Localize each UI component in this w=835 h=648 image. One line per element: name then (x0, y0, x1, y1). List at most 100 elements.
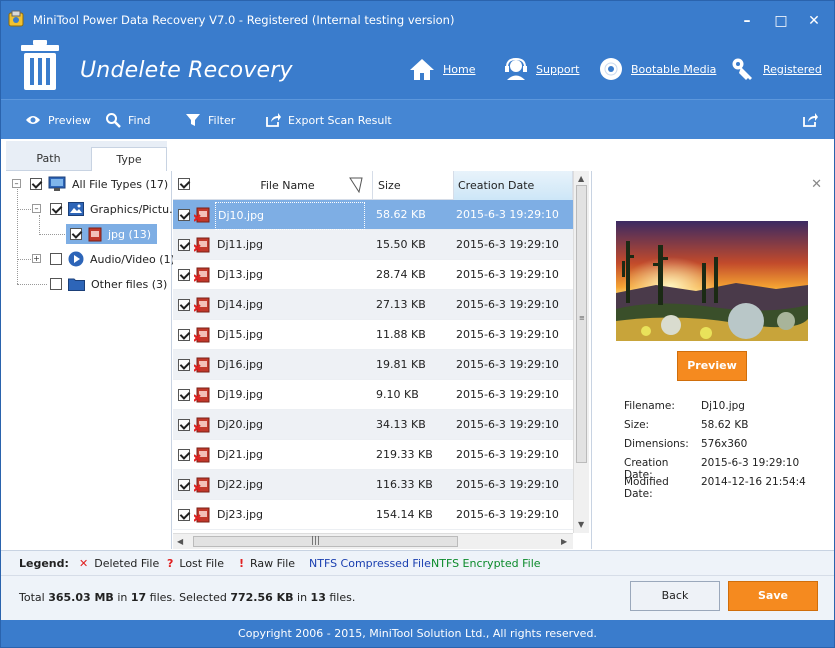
column-file-name[interactable]: File Name (173, 171, 373, 200)
file-size-cell: 15.50 KB (376, 238, 426, 251)
save-button[interactable]: Save (728, 581, 818, 611)
computer-icon (48, 176, 66, 191)
tree-item-audio-video[interactable]: Audio/Video (1) (50, 249, 175, 269)
back-button[interactable]: Back (630, 581, 720, 611)
audio-video-label: Audio/Video (1) (90, 252, 175, 266)
row-checkbox[interactable] (178, 239, 190, 251)
legend-raw: ! Raw File (239, 557, 295, 570)
bootable-media-link[interactable]: Bootable Media (599, 55, 716, 83)
jpg-checkbox[interactable] (70, 228, 82, 240)
graphics-checkbox[interactable] (50, 203, 62, 215)
file-size-cell: 28.74 KB (376, 268, 426, 281)
table-row[interactable]: Dj22.jpg 116.33 KB 2015-6-3 19:29:10 (173, 470, 573, 500)
tab-path[interactable]: Path (6, 147, 91, 172)
legend-label: Legend: (19, 556, 69, 570)
row-checkbox[interactable] (178, 359, 190, 371)
table-row[interactable]: Dj10.jpg 58.62 KB 2015-6-3 19:29:10 (173, 200, 573, 230)
scroll-up-icon[interactable]: ▲ (578, 174, 584, 183)
tree-item-other-files[interactable]: Other files (3) (50, 274, 167, 294)
selected-size: 772.56 KB (230, 591, 294, 604)
row-checkbox[interactable] (178, 299, 190, 311)
find-label: Find (128, 113, 151, 127)
file-type-tree: – All File Types (17) – Graphics/Pictu..… (6, 171, 180, 549)
table-row[interactable]: Dj16.jpg 19.81 KB 2015-6-3 19:29:10 (173, 350, 573, 380)
table-row[interactable]: Dj21.jpg 219.33 KB 2015-6-3 19:29:10 (173, 440, 573, 470)
export-scan-result-button[interactable]: Export Scan Result (265, 100, 392, 140)
raw-mark-icon: ! (239, 556, 245, 570)
export-icon (266, 113, 281, 127)
app-window: MiniTool Power Data Recovery V7.0 - Regi… (0, 0, 835, 648)
tab-type[interactable]: Type (91, 147, 167, 172)
column-creation-date[interactable]: Creation Date (454, 171, 573, 200)
row-checkbox[interactable] (178, 449, 190, 461)
vertical-scroll-thumb[interactable] (576, 185, 587, 463)
tree-item-all-file-types[interactable]: All File Types (17) (30, 174, 168, 194)
tree-item-graphics[interactable]: Graphics/Pictu... (50, 199, 180, 219)
audio-video-checkbox[interactable] (50, 253, 62, 265)
table-row[interactable]: Dj15.jpg 11.88 KB 2015-6-3 19:29:10 (173, 320, 573, 350)
share-icon[interactable] (802, 112, 818, 128)
row-checkbox[interactable] (178, 389, 190, 401)
row-checkbox[interactable] (178, 269, 190, 281)
toolbar: Preview Find Filter Export Scan Result (1, 99, 834, 139)
filter-icon (186, 114, 200, 126)
file-info-value: 2014-12-16 21:54:4 (701, 476, 806, 488)
scroll-grip-icon: ≡ (579, 314, 585, 322)
in-text: in (117, 591, 128, 604)
close-button[interactable]: ✕ (804, 11, 824, 31)
find-button[interactable]: Find (105, 100, 151, 140)
table-row[interactable]: Dj23.jpg 154.14 KB 2015-6-3 19:29:10 (173, 500, 573, 530)
registered-link[interactable]: Registered (731, 55, 822, 83)
file-name-cell: Dj11.jpg (217, 238, 264, 251)
collapse-all-toggle[interactable]: – (12, 179, 21, 188)
row-checkbox[interactable] (178, 329, 190, 341)
row-checkbox[interactable] (178, 419, 190, 431)
minimize-button[interactable]: – (737, 11, 757, 31)
file-info-value: 576x360 (701, 438, 748, 450)
other-files-checkbox[interactable] (50, 278, 62, 290)
folder-icon (68, 278, 85, 291)
bootable-media-link-label: Bootable Media (631, 62, 717, 76)
row-checkbox[interactable] (178, 479, 190, 491)
all-file-types-checkbox[interactable] (30, 178, 42, 190)
table-row[interactable]: Dj19.jpg 9.10 KB 2015-6-3 19:29:10 (173, 380, 573, 410)
scroll-left-icon[interactable]: ◀ (177, 537, 183, 546)
preview-button[interactable]: Preview (677, 351, 747, 381)
preview-tool-button[interactable]: Preview (25, 100, 91, 140)
horizontal-scroll-thumb[interactable] (193, 536, 458, 547)
table-row[interactable]: Dj20.jpg 34.13 KB 2015-6-3 19:29:10 (173, 410, 573, 440)
total-size: 365.03 MB (48, 591, 114, 604)
table-row[interactable]: Dj13.jpg 28.74 KB 2015-6-3 19:29:10 (173, 260, 573, 290)
tree-item-jpg[interactable]: jpg (13) (66, 224, 158, 244)
home-icon (410, 59, 434, 80)
horizontal-scrollbar[interactable]: ◀ ||| ▶ (173, 533, 573, 549)
creation-date-cell: 2015-6-3 19:29:10 (456, 298, 559, 311)
filter-label: Filter (208, 113, 236, 127)
row-checkbox[interactable] (178, 509, 190, 521)
filter-button[interactable]: Filter (185, 100, 235, 140)
row-checkbox[interactable] (178, 209, 190, 221)
deleted-jpg-file-icon (194, 477, 210, 493)
table-row[interactable]: Dj14.jpg 27.13 KB 2015-6-3 19:29:10 (173, 290, 573, 320)
file-name-cell: Dj13.jpg (217, 268, 264, 281)
window-title: MiniTool Power Data Recovery V7.0 - Regi… (33, 13, 455, 27)
column-size[interactable]: Size (373, 171, 454, 200)
vertical-scrollbar[interactable]: ▲ ≡ ▼ (573, 171, 589, 533)
close-preview-icon[interactable]: ✕ (811, 177, 822, 192)
home-link[interactable]: Home (409, 55, 475, 83)
file-name-cell: Dj16.jpg (217, 358, 264, 371)
maximize-button[interactable]: □ (771, 11, 791, 31)
expand-audio-toggle[interactable]: + (32, 254, 41, 263)
sort-indicator-icon (349, 177, 363, 193)
scroll-right-icon[interactable]: ▶ (561, 537, 567, 546)
support-link[interactable]: Support (504, 55, 579, 83)
table-row[interactable]: Dj11.jpg 15.50 KB 2015-6-3 19:29:10 (173, 230, 573, 260)
file-name-cell: Dj19.jpg (217, 388, 264, 401)
creation-date-cell: 2015-6-3 19:29:10 (456, 388, 559, 401)
scroll-down-icon[interactable]: ▼ (578, 520, 584, 529)
creation-date-cell: 2015-6-3 19:29:10 (456, 358, 559, 371)
files-text: files. (329, 591, 356, 604)
total-prefix: Total (19, 591, 45, 604)
deleted-jpg-file-icon (194, 237, 210, 253)
collapse-graphics-toggle[interactable]: – (32, 204, 41, 213)
